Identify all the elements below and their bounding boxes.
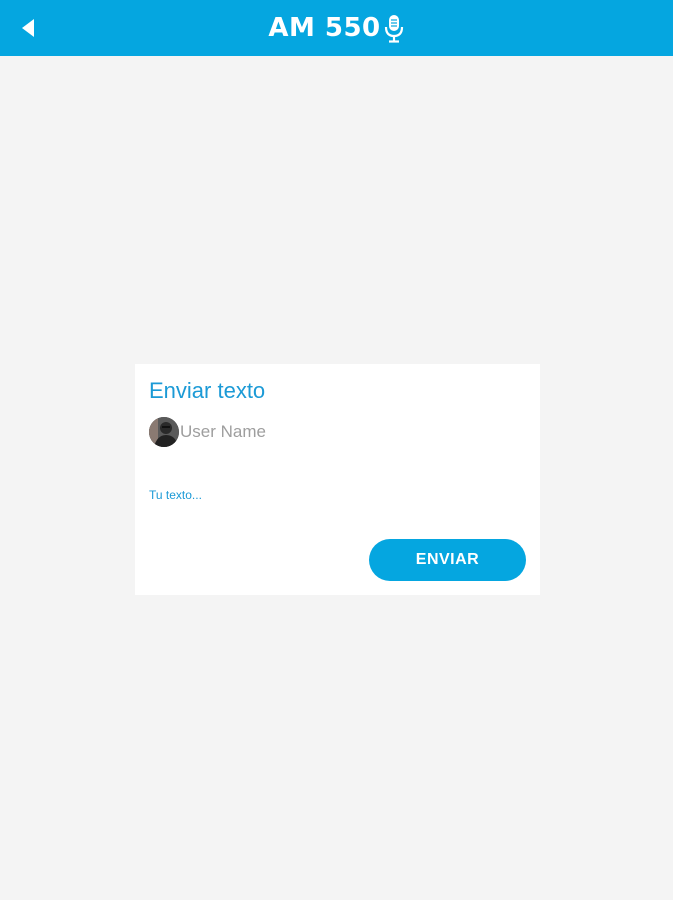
send-text-dialog: Enviar texto User Name ENVIAR <box>135 364 540 595</box>
microphone-icon <box>384 15 403 43</box>
top-app-bar: AM 550 <box>0 0 673 56</box>
logo-text: AM 550 <box>268 13 381 43</box>
dialog-title: Enviar texto <box>149 378 266 403</box>
message-input[interactable] <box>149 484 524 506</box>
user-name: User Name <box>180 422 266 441</box>
user-row: User Name <box>149 417 266 447</box>
back-button[interactable] <box>14 14 42 42</box>
app-logo: AM 550 <box>0 0 673 56</box>
back-arrow-icon <box>22 19 34 37</box>
avatar-image <box>149 417 179 447</box>
send-button[interactable]: ENVIAR <box>369 539 526 581</box>
user-avatar <box>149 417 179 447</box>
